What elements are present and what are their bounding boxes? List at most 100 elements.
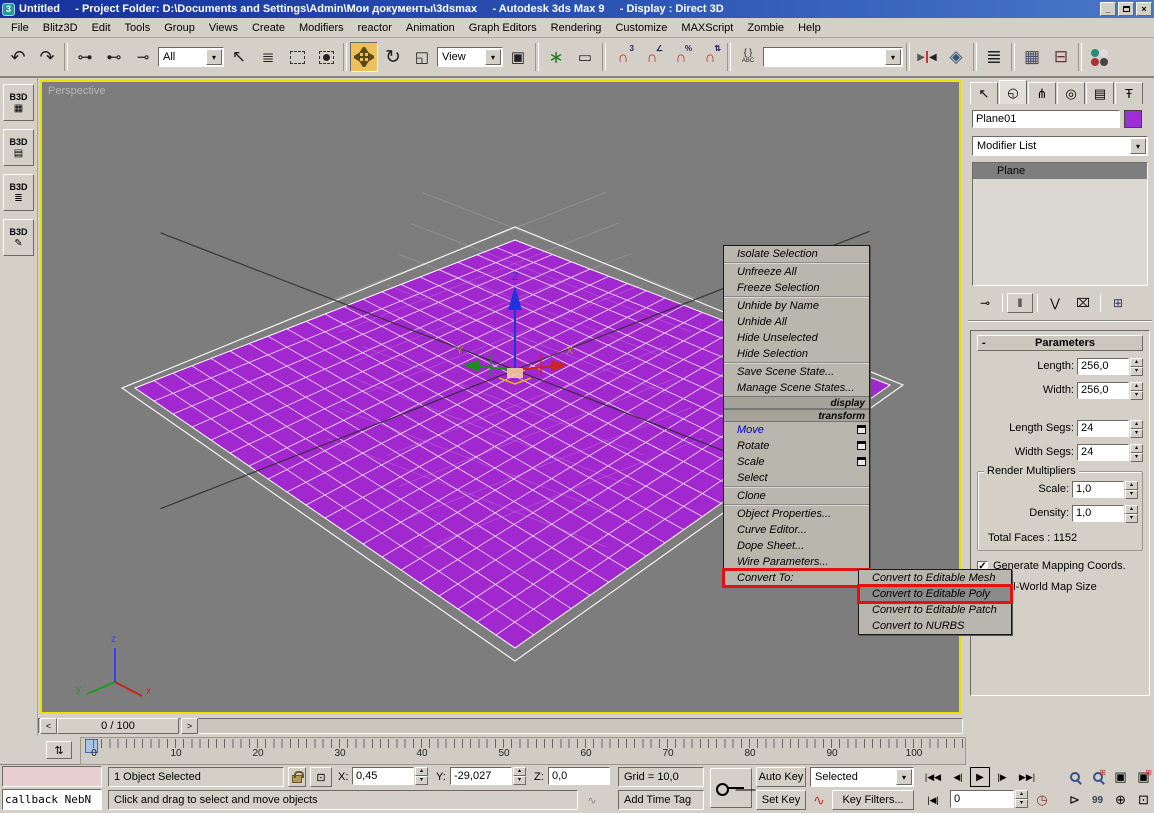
timeline-ruler[interactable]: 0 10 20 30 40 50 60 70 80 90 100 — [80, 737, 966, 765]
menu-item-hide-unselected[interactable]: Hide Unselected — [724, 330, 869, 346]
time-configuration-icon[interactable]: ◷ — [1032, 790, 1052, 810]
restore-button[interactable] — [1118, 2, 1134, 16]
mirror-icon[interactable]: ▶◀ — [913, 42, 941, 72]
current-frame-field[interactable] — [950, 790, 1014, 808]
menu-item-wire-parameters[interactable]: Wire Parameters... — [724, 554, 869, 570]
use-pivot-point-center-icon[interactable]: ▣ — [504, 42, 532, 72]
time-slider-handle[interactable]: 0 / 100 — [57, 718, 179, 734]
chevron-down-icon[interactable]: ▾ — [485, 49, 501, 65]
auto-key-button[interactable]: Auto Key — [756, 767, 806, 787]
play-button[interactable]: ▶ — [970, 767, 990, 787]
key-mode-toggle-icon[interactable]: |◀| — [920, 790, 946, 810]
menu-help[interactable]: Help — [791, 20, 828, 36]
trackbar-mode-icon[interactable]: ⇅ — [46, 741, 72, 759]
density-spinner[interactable]: ▴▾ — [1125, 505, 1138, 522]
tab-display[interactable]: ▤ — [1086, 82, 1114, 104]
material-editor-icon[interactable] — [1085, 42, 1113, 72]
menu-rendering[interactable]: Rendering — [544, 20, 609, 36]
menu-group[interactable]: Group — [157, 20, 202, 36]
title-bar[interactable]: 3 Untitled - Project Folder: D:\Document… — [0, 0, 1154, 18]
viewport-label[interactable]: Perspective — [48, 85, 105, 97]
menu-item-manage-scene-states[interactable]: Manage Scene States... — [724, 380, 869, 396]
show-end-result-icon[interactable]: ‖ — [1007, 293, 1033, 313]
menu-maxscript[interactable]: MAXScript — [674, 20, 740, 36]
width-field[interactable] — [1077, 382, 1129, 399]
b3d-list-button[interactable]: B3D≣ — [3, 174, 34, 211]
y-coord-field[interactable] — [450, 767, 512, 785]
width-segs-spinner[interactable]: ▴▾ — [1130, 444, 1143, 461]
menu-tools[interactable]: Tools — [118, 20, 158, 36]
menu-item-convert-editable-patch[interactable]: Convert to Editable Patch — [859, 602, 1011, 618]
menu-zombie[interactable]: Zombie — [740, 20, 791, 36]
percent-snap-icon[interactable]: ∩% — [667, 42, 695, 72]
select-and-manipulate-icon[interactable]: ∗ — [542, 42, 570, 72]
menu-customize[interactable]: Customize — [608, 20, 674, 36]
layer-manager-icon[interactable]: ≣ — [980, 42, 1008, 72]
chevron-down-icon[interactable]: ▾ — [1130, 138, 1146, 154]
remove-modifier-icon[interactable]: ⌧ — [1070, 293, 1096, 313]
schematic-view-icon[interactable]: ⊟ — [1047, 42, 1075, 72]
menu-item-isolate-selection[interactable]: Isolate Selection — [724, 246, 869, 262]
stack-item-plane[interactable]: Plane — [973, 163, 1147, 179]
object-color-swatch[interactable] — [1124, 110, 1142, 128]
close-button[interactable]: × — [1136, 2, 1152, 16]
align-icon[interactable]: ◈ — [942, 42, 970, 72]
make-unique-icon[interactable]: ⋁ — [1042, 293, 1068, 313]
redo-icon[interactable]: ↷ — [33, 42, 61, 72]
bind-to-spacewarp-icon[interactable]: ⊸ — [129, 42, 157, 72]
modifier-stack[interactable]: Plane — [972, 162, 1148, 286]
density-field[interactable] — [1072, 505, 1124, 522]
menu-item-convert-nurbs[interactable]: Convert to NURBS — [859, 618, 1011, 634]
key-mode-dropdown[interactable]: Selected ▾ — [810, 767, 914, 787]
menu-create[interactable]: Create — [245, 20, 292, 36]
named-selection-sets-icon[interactable]: { }ABC — [734, 42, 762, 72]
named-selection-dropdown[interactable]: ▾ — [763, 47, 903, 67]
menu-item-rotate[interactable]: Rotate — [724, 438, 869, 454]
tab-motion[interactable]: ◎ — [1057, 82, 1085, 104]
menu-item-object-properties[interactable]: Object Properties... — [724, 506, 869, 522]
go-to-start-button[interactable]: |◀◀ — [920, 767, 946, 787]
select-and-scale-icon[interactable]: ◱ — [408, 42, 436, 72]
pin-stack-icon[interactable]: ⊸ — [972, 293, 998, 313]
b3d-settings-button[interactable]: B3D✎ — [3, 219, 34, 256]
tab-create[interactable]: ↖ — [970, 82, 998, 104]
zoom-icon[interactable] — [1064, 767, 1085, 787]
menu-item-freeze-selection[interactable]: Freeze Selection — [724, 280, 869, 296]
zoom-extents-all-icon[interactable]: ▣⊞ — [1133, 767, 1154, 787]
absolute-offset-toggle[interactable]: ⊡ — [310, 767, 332, 787]
maximize-viewport-toggle-icon[interactable]: ⊡ — [1133, 790, 1154, 810]
menu-item-save-scene-state[interactable]: Save Scene State... — [724, 364, 869, 380]
field-of-view-icon[interactable]: ⊳ — [1064, 790, 1085, 810]
menu-edit[interactable]: Edit — [85, 20, 118, 36]
menu-item-clone[interactable]: Clone — [724, 488, 869, 504]
chevron-down-icon[interactable]: ▾ — [896, 769, 912, 785]
scale-spinner[interactable]: ▴▾ — [1125, 481, 1138, 498]
rotate-settings-icon[interactable] — [857, 441, 866, 450]
menu-blitz3d[interactable]: Blitz3D — [36, 20, 85, 36]
chevron-down-icon[interactable]: ▾ — [206, 49, 222, 65]
reference-coordinate-dropdown[interactable]: View ▾ — [437, 47, 503, 67]
frame-spinner[interactable]: ▴▾ — [1015, 790, 1028, 808]
menu-reactor[interactable]: reactor — [351, 20, 399, 36]
angle-snap-icon[interactable]: ∩∠ — [638, 42, 666, 72]
menu-item-curve-editor[interactable]: Curve Editor... — [724, 522, 869, 538]
move-settings-icon[interactable] — [857, 425, 866, 434]
menu-item-unfreeze-all[interactable]: Unfreeze All — [724, 264, 869, 280]
next-frame-button[interactable]: > — [181, 718, 198, 734]
arc-rotate-icon[interactable]: ⊕ — [1110, 790, 1131, 810]
menu-item-scale[interactable]: Scale — [724, 454, 869, 470]
x-spinner[interactable]: ▴▾ — [415, 767, 428, 785]
menu-item-convert-editable-poly[interactable]: Convert to Editable Poly — [859, 586, 1011, 602]
menu-item-unhide-by-name[interactable]: Unhide by Name — [724, 298, 869, 314]
length-field[interactable] — [1077, 358, 1129, 375]
window-crossing-icon[interactable] — [312, 42, 340, 72]
set-key-button[interactable]: Set Key — [756, 790, 806, 810]
undo-icon[interactable]: ↶ — [4, 42, 32, 72]
menu-file[interactable]: File — [4, 20, 36, 36]
menu-views[interactable]: Views — [202, 20, 245, 36]
go-to-end-button[interactable]: ▶▶| — [1014, 767, 1040, 787]
length-segs-spinner[interactable]: ▴▾ — [1130, 420, 1143, 437]
tab-utilities[interactable]: Ŧ — [1115, 82, 1143, 104]
menu-animation[interactable]: Animation — [399, 20, 462, 36]
key-filters-button[interactable]: Key Filters... — [832, 790, 914, 810]
